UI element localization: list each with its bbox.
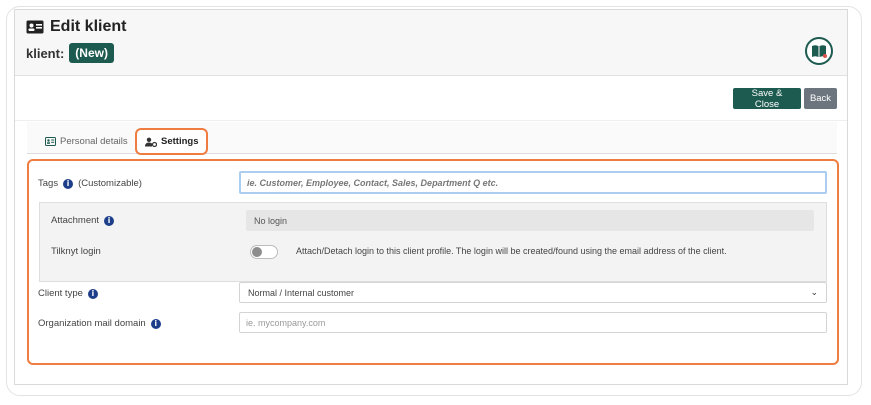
mail-domain-placeholder: ie. mycompany.com <box>246 317 326 328</box>
client-type-select[interactable]: Normal / Internal customer ⌄ <box>239 282 827 303</box>
login-label-text: Tilknyt login <box>51 246 101 257</box>
attachment-label: Attachment i <box>51 215 115 226</box>
login-description: Attach/Detach login to this client profi… <box>296 246 727 256</box>
info-icon: i <box>87 288 98 299</box>
login-toggle[interactable] <box>250 245 278 259</box>
tab-settings-label: Settings <box>161 136 199 147</box>
info-icon: i <box>63 178 74 189</box>
page-title: Edit klient <box>26 18 126 36</box>
help-book-button[interactable] <box>805 37 833 65</box>
tab-personal-details[interactable]: Personal details <box>37 129 136 153</box>
page-title-text: Edit klient <box>50 18 127 35</box>
client-type-label: Client type i <box>38 288 98 299</box>
tags-label: Tags i (Customizable) <box>38 178 142 189</box>
tab-settings[interactable]: Settings <box>135 128 209 155</box>
attachment-label-text: Attachment <box>51 215 100 226</box>
mail-domain-label: Organization mail domain i <box>38 318 161 329</box>
id-card-icon <box>26 20 44 34</box>
id-card-icon <box>45 136 56 146</box>
mail-domain-input[interactable]: ie. mycompany.com <box>239 312 827 333</box>
book-icon <box>812 45 827 58</box>
info-icon: i <box>150 318 161 329</box>
card-header: Edit klient klient: (New) <box>15 10 847 76</box>
tags-label-text: Tags <box>38 178 59 189</box>
tab-bar: Personal details Settings <box>27 122 837 155</box>
tab-personal-label: Personal details <box>60 135 128 147</box>
attachment-value: No login <box>246 210 814 231</box>
chevron-down-icon: ⌄ <box>810 287 818 297</box>
login-subsection: Attachment i No login Tilknyt login Atta… <box>39 202 827 282</box>
user-gear-icon <box>145 137 157 147</box>
client-type-label-text: Client type <box>38 288 83 299</box>
content-divider <box>15 120 847 121</box>
tags-note: (Customizable) <box>78 178 142 189</box>
back-button[interactable]: Back <box>804 88 837 109</box>
login-label: Tilknyt login <box>51 246 101 257</box>
settings-panel: Tags i (Customizable) ie. Customer, Empl… <box>27 159 839 365</box>
save-close-button[interactable]: Save & Close <box>733 88 801 110</box>
client-subtitle: klient: (New) <box>26 43 114 63</box>
client-type-value: Normal / Internal customer <box>248 287 355 298</box>
mail-domain-label-text: Organization mail domain <box>38 318 146 329</box>
tags-placeholder: ie. Customer, Employee, Contact, Sales, … <box>247 177 499 188</box>
client-label: klient: <box>26 45 65 61</box>
info-icon: i <box>104 215 115 226</box>
tags-input[interactable]: ie. Customer, Employee, Contact, Sales, … <box>239 171 827 194</box>
status-badge: (New) <box>69 43 114 63</box>
